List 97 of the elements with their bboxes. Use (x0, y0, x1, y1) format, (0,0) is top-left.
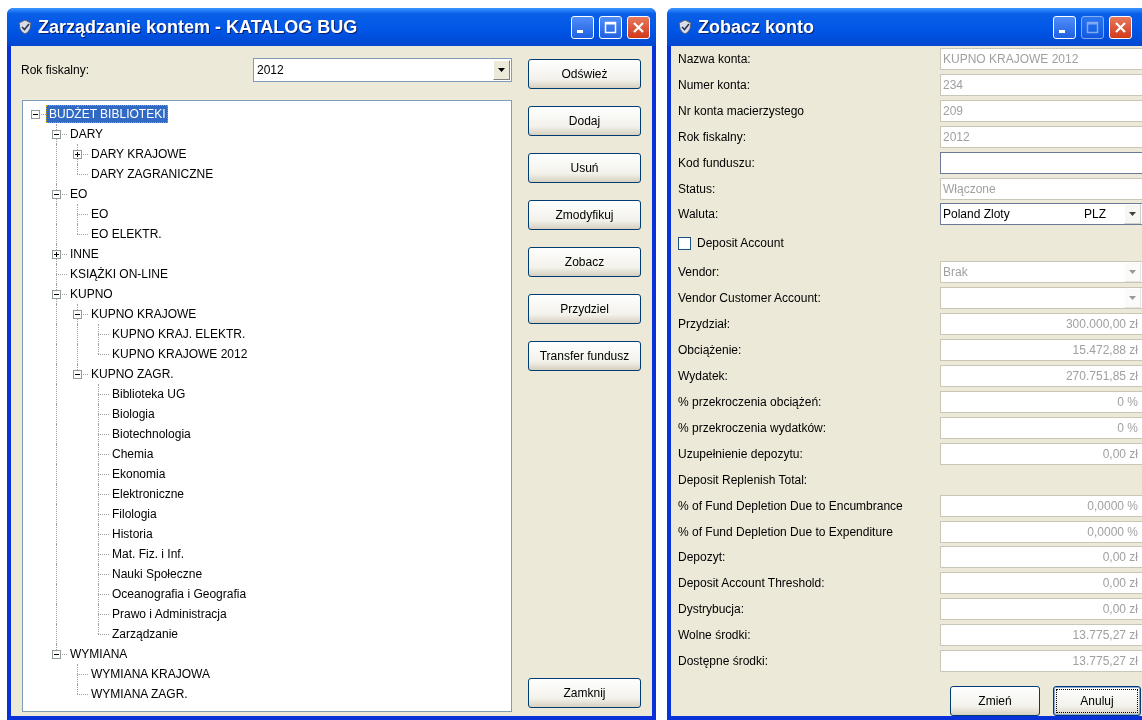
dialog-button[interactable]: Anuluj (1053, 686, 1141, 717)
action-button[interactable]: Zmodyfikuj (528, 200, 641, 230)
tree-item[interactable]: KUPNO KRAJOWE 2012 (109, 345, 251, 363)
tree-item[interactable]: Chemia (109, 445, 157, 463)
tree-item[interactable]: DARY ZAGRANICZNE (88, 165, 217, 183)
tree-item[interactable]: Historia (109, 525, 156, 543)
field-label: Przydział: (678, 317, 731, 332)
expand-icon[interactable] (52, 250, 61, 259)
field-label: % of Fund Depletion Due to Encumbrance (678, 498, 904, 513)
collapse-icon[interactable] (52, 650, 61, 659)
shield-icon (17, 19, 33, 35)
fiscal-year-dropdown[interactable]: 2012 (253, 58, 512, 82)
tree-item[interactable]: KSIĄŻKI ON-LINE (67, 265, 172, 283)
dropdown-arrow-icon (1129, 270, 1136, 275)
field-label: Dystrybucja: (678, 602, 746, 617)
minimize-icon (577, 30, 583, 33)
tree-item[interactable]: INNE (67, 245, 102, 263)
close-icon (1114, 20, 1127, 34)
tree-item[interactable]: DARY (67, 125, 107, 143)
field-label: Waluta: (678, 207, 720, 222)
field-label: Depozyt: (678, 550, 727, 565)
checkbox-label: Deposit Account (697, 236, 784, 251)
expand-icon[interactable] (73, 150, 82, 159)
collapse-icon[interactable] (73, 370, 82, 379)
tree-item[interactable]: KUPNO (67, 285, 116, 303)
checkbox[interactable] (678, 236, 691, 250)
field-label: Uzupełnienie depozytu: (678, 446, 804, 461)
tree-item[interactable]: KUPNO ZAGR. (88, 365, 177, 383)
maximize-icon (1086, 20, 1099, 34)
field-label: % of Fund Depletion Due to Expenditure (678, 524, 894, 539)
tree-item[interactable]: WYMIANA KRAJOWA (88, 665, 213, 683)
window-title: Zobacz konto (698, 16, 815, 38)
dropdown-arrow-icon (1129, 212, 1136, 217)
dropdown-field[interactable]: Poland Zloty PLZ (940, 203, 1142, 226)
dialog-button[interactable]: Zmień (950, 686, 1040, 717)
maximize-button[interactable] (599, 15, 622, 39)
field-label: Vendor: (678, 265, 721, 280)
field-label: Rok fiskalny: (21, 63, 90, 77)
field-label: Nr konta macierzystego (678, 103, 806, 118)
shield-icon (677, 19, 693, 35)
tree-item[interactable]: Filologia (109, 505, 160, 523)
field-label: Vendor Customer Account: (678, 291, 822, 306)
tree-item[interactable]: KUPNO KRAJOWE (88, 305, 200, 323)
collapse-icon[interactable] (52, 130, 61, 139)
tree-item[interactable]: Mat. Fiz. i Inf. (109, 545, 187, 563)
field-label: Wydatek: (678, 369, 729, 383)
dropdown-arrow-icon (1129, 296, 1136, 301)
field-label: Kod funduszu: (678, 155, 756, 170)
maximize-icon (604, 20, 617, 34)
collapse-icon[interactable] (52, 290, 61, 299)
tree-item[interactable]: Biologia (109, 405, 158, 423)
action-button[interactable]: Zobacz (528, 247, 641, 277)
tree-item[interactable]: Zarządzanie (109, 625, 182, 643)
action-button[interactable]: Przydziel (528, 294, 641, 324)
tree-item[interactable]: EO (88, 205, 112, 223)
tree-item[interactable]: EO (67, 185, 91, 203)
action-button[interactable]: Dodaj (528, 106, 641, 136)
tree-item[interactable]: KUPNO KRAJ. ELEKTR. (109, 325, 249, 343)
action-button[interactable]: Usuń (528, 153, 641, 183)
dropdown-arrow-icon (498, 68, 505, 72)
action-button[interactable]: Odśwież (528, 59, 641, 89)
field-label: % przekroczenia wydatków: (678, 420, 828, 435)
minimize-button[interactable] (571, 15, 594, 39)
close-dialog-button[interactable]: Zamknij (528, 678, 641, 708)
collapse-icon[interactable] (31, 110, 40, 119)
tree-item[interactable]: Ekonomia (109, 465, 169, 483)
tree-item[interactable]: Oceanografia i Geografia (109, 585, 250, 603)
tree-item[interactable]: Biblioteka UG (109, 385, 189, 403)
tree-item[interactable]: WYMIANA (67, 645, 131, 663)
tree-item[interactable]: WYMIANA ZAGR. (88, 685, 191, 703)
tree-item[interactable]: BUDŻET BIBLIOTEKI (46, 105, 169, 123)
text-field[interactable] (940, 151, 1142, 174)
tree-item[interactable]: Nauki Społeczne (109, 565, 206, 583)
field-label: Deposit Account Threshold: (678, 576, 826, 591)
minimize-icon (1059, 30, 1065, 33)
minimize-button[interactable] (1053, 15, 1076, 39)
tree-item[interactable]: Biotechnologia (109, 425, 194, 443)
field-label: Deposit Replenish Total: (678, 472, 809, 487)
close-button[interactable] (627, 15, 650, 39)
field-label: Wolne środki: (678, 628, 752, 643)
field-label: Obciążenie: (678, 343, 743, 358)
tree-item[interactable]: DARY KRAJOWE (88, 145, 190, 163)
field-label: Dostępne środki: (678, 654, 770, 669)
close-icon (632, 20, 645, 34)
tree-item[interactable]: EO ELEKTR. (88, 225, 165, 243)
field-label: Numer konta: (678, 77, 752, 92)
close-button[interactable] (1109, 15, 1132, 39)
field-label: Rok fiskalny: (678, 129, 748, 144)
field-label: Nazwa konta: (678, 51, 752, 66)
window-title: Zarządzanie kontem - KATALOG BUG (38, 16, 359, 38)
tree-item[interactable]: Elektroniczne (109, 485, 188, 503)
collapse-icon[interactable] (73, 310, 82, 319)
tree-item[interactable]: Prawo i Administracja (109, 605, 230, 623)
field-label: % przekroczenia obciążeń: (678, 394, 823, 409)
collapse-icon[interactable] (52, 190, 61, 199)
field-label: Status: (678, 181, 717, 196)
action-button[interactable]: Transfer fundusz (528, 341, 641, 371)
